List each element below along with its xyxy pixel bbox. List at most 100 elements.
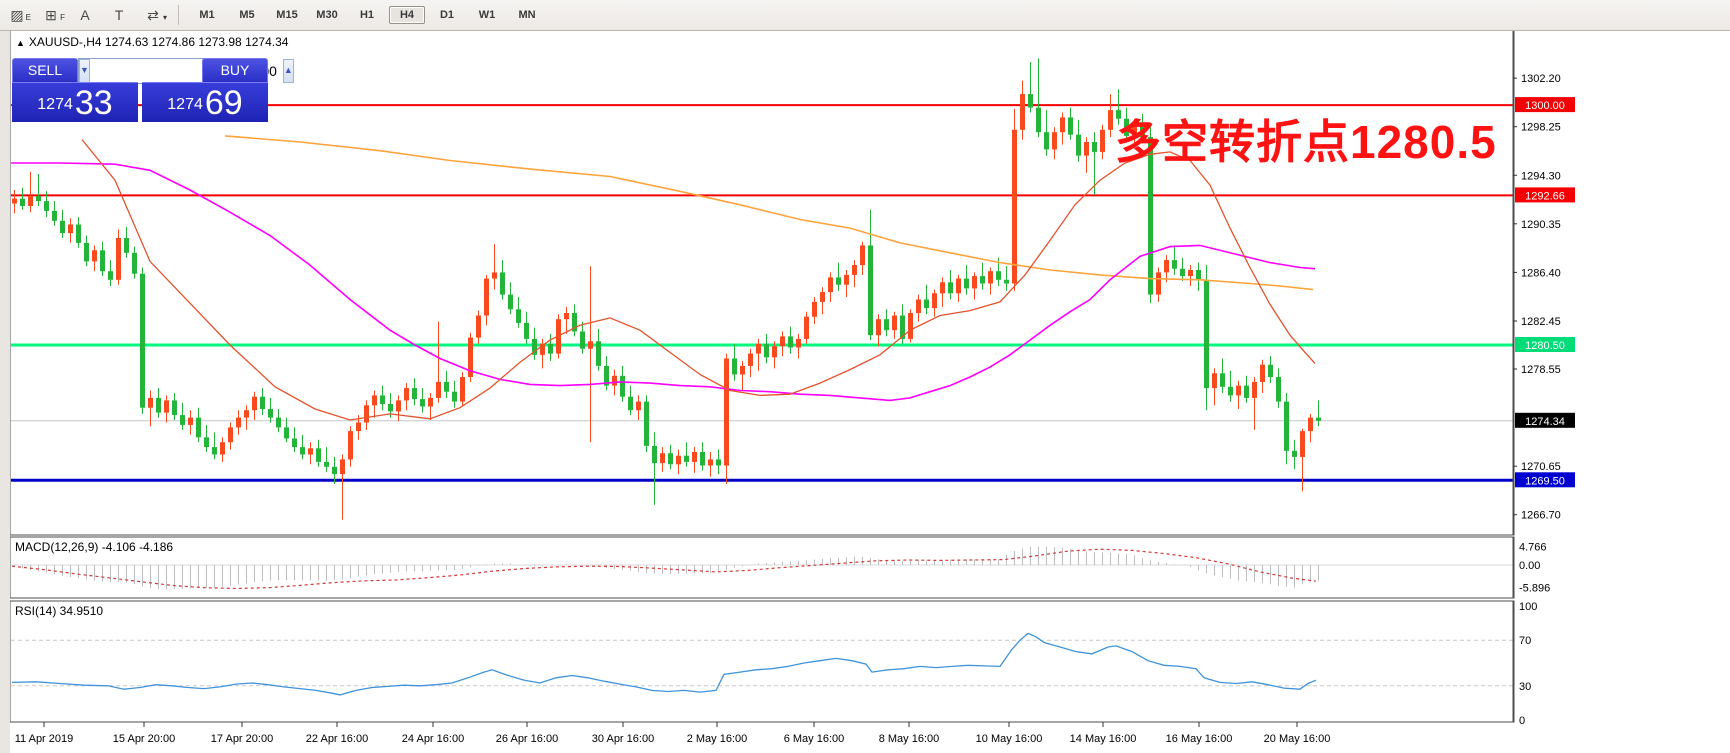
candle: [908, 313, 913, 339]
time-tick-label: 15 Apr 20:00: [113, 733, 175, 745]
candle: [1036, 108, 1041, 133]
candle: [140, 274, 145, 408]
candle: [172, 400, 177, 415]
volume-increase-button[interactable]: ▲: [283, 59, 294, 83]
sell-price-panel[interactable]: 1274 33: [12, 82, 138, 122]
candle: [356, 423, 361, 432]
candle: [476, 316, 481, 338]
macd-axis-label: 0.00: [1519, 560, 1540, 572]
candle: [156, 398, 161, 413]
candle: [1108, 110, 1113, 130]
candle: [828, 277, 833, 292]
candle: [116, 238, 121, 280]
candle: [748, 354, 753, 366]
candle: [316, 448, 321, 462]
candle: [972, 276, 977, 288]
candle: [1260, 365, 1265, 382]
candle: [636, 402, 641, 411]
collapse-triangle-icon[interactable]: ▲: [16, 38, 25, 48]
candle: [1244, 386, 1249, 398]
volume-stepper: ▼ ▲: [78, 58, 204, 84]
candle: [236, 418, 241, 428]
macd-axis-label: -5.896: [1519, 583, 1550, 595]
timeframe-d1-button[interactable]: D1: [429, 6, 465, 24]
fibonacci-grid-icon[interactable]: ⊞F: [39, 5, 63, 25]
macd-indicator-label: MACD(12,26,9) -4.106 -4.186: [15, 540, 173, 554]
trade-panel-top-row: SELL ▼ ▲ BUY: [12, 58, 268, 82]
candle: [244, 410, 249, 417]
candle: [1076, 135, 1081, 156]
candle: [764, 344, 769, 358]
candle: [452, 392, 457, 402]
candle: [68, 225, 73, 234]
candle: [564, 313, 569, 319]
candle: [492, 272, 497, 278]
timeframe-h1-button[interactable]: H1: [349, 6, 385, 24]
candle: [716, 459, 721, 465]
candle: [692, 452, 697, 462]
candle: [436, 382, 441, 398]
price-tick-label: 1302.20: [1521, 73, 1561, 85]
price-badge-label: 1280.50: [1525, 340, 1565, 352]
timeframe-m15-button[interactable]: M15: [269, 6, 305, 24]
label-tool-icon[interactable]: T: [107, 5, 131, 25]
timeframe-w1-button[interactable]: W1: [469, 6, 505, 24]
candle: [1212, 373, 1217, 388]
candle: [44, 201, 49, 211]
candle: [508, 295, 513, 310]
candle: [1100, 130, 1105, 152]
time-tick-label: 6 May 16:00: [784, 733, 845, 745]
candle: [700, 452, 705, 466]
candle: [676, 456, 681, 465]
candle: [324, 462, 329, 467]
candle: [124, 238, 129, 253]
candle: [60, 221, 65, 233]
candle: [1204, 280, 1209, 388]
macd-axis-label: 4.766: [1519, 542, 1547, 554]
chart-annotation-text: 多空转折点1280.5: [1115, 106, 1497, 172]
arrange-charts-icon[interactable]: ⇄▾: [141, 5, 165, 25]
volume-decrease-button[interactable]: ▼: [79, 59, 90, 83]
candle: [92, 250, 97, 261]
candle: [844, 275, 849, 285]
candle: [428, 398, 433, 407]
candle: [1012, 130, 1017, 284]
toolbar: ▨E ⊞F AT ⇄▾ M1M5M15M30H1H4D1W1MN: [0, 0, 1730, 31]
indicators-expert-icon[interactable]: ▨E: [5, 5, 29, 25]
candle: [580, 332, 585, 349]
rsi-indicator-label: RSI(14) 34.9510: [15, 604, 103, 618]
candle: [852, 265, 857, 275]
candle: [804, 317, 809, 339]
time-tick-label: 11 Apr 2019: [15, 733, 74, 745]
candle: [524, 323, 529, 339]
candle: [892, 316, 897, 331]
toolbar-separator: [178, 5, 179, 25]
timeframe-m1-button[interactable]: M1: [189, 6, 225, 24]
candle: [388, 404, 393, 411]
candle: [1156, 272, 1161, 294]
timeframe-m30-button[interactable]: M30: [309, 6, 345, 24]
time-tick-label: 14 May 16:00: [1070, 733, 1137, 745]
candle: [396, 400, 401, 411]
candle: [1252, 382, 1257, 398]
candle: [756, 344, 761, 354]
sell-button[interactable]: SELL: [12, 58, 78, 85]
candle: [212, 447, 217, 454]
buy-price-panel[interactable]: 1274 69: [142, 82, 268, 122]
candle: [348, 431, 353, 459]
price-badge-label: 1269.50: [1525, 475, 1565, 487]
price-tick-label: 1286.40: [1521, 267, 1561, 279]
candle: [780, 336, 785, 346]
candle: [988, 271, 993, 283]
text-tool-icon[interactable]: A: [73, 5, 97, 25]
candle: [340, 459, 345, 474]
trade-panel: SELL ▼ ▲ BUY 1274 33 1274 69: [12, 58, 268, 122]
time-tick-label: 22 Apr 16:00: [306, 733, 368, 745]
candle: [1004, 280, 1009, 284]
timeframe-mn-button[interactable]: MN: [509, 6, 545, 24]
time-tick-label: 10 May 16:00: [976, 733, 1043, 745]
timeframe-h4-button[interactable]: H4: [389, 6, 425, 24]
timeframe-m5-button[interactable]: M5: [229, 6, 265, 24]
candle: [740, 366, 745, 375]
buy-button[interactable]: BUY: [202, 58, 268, 85]
